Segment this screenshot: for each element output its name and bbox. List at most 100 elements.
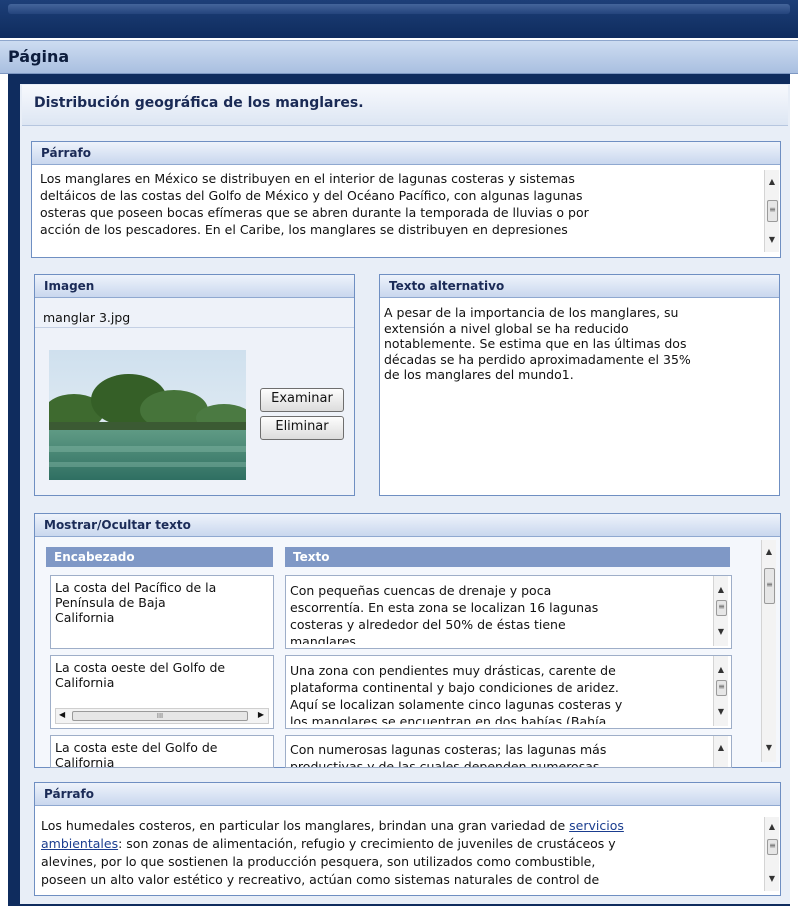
heading-text: La costa del Pacífico de la Península de…	[55, 580, 271, 625]
scroll-down-icon[interactable]: ▼	[762, 742, 776, 754]
paragraph-1-line: acción de los pescadores. En el Caribe, …	[40, 222, 568, 237]
paragraph-panel-1: Párrafo Los manglares en México se distr…	[31, 141, 781, 258]
alt-text-line: notablemente. Se estima que en las últim…	[384, 336, 687, 351]
scroll-thumb[interactable]: ≡	[716, 680, 727, 696]
paragraph-panel-2-title: Párrafo	[44, 787, 94, 801]
scroll-thumb[interactable]: III	[72, 711, 248, 721]
paragraph-2-scrollbar[interactable]: ▲ ≡ ▼	[764, 817, 779, 891]
image-panel: Imagen manglar 3.jpg Examinar Eliminar	[34, 274, 355, 496]
paragraph-2-line: alevines, por lo que sostienen la produc…	[41, 854, 596, 869]
table-row-heading[interactable]: La costa oeste del Golfo de California ◀…	[50, 655, 274, 729]
alt-text-line: décadas se ha perdido aproximadamente el…	[384, 351, 691, 367]
paragraph-1-line: Los manglares en México se distribuyen e…	[40, 171, 575, 186]
scroll-up-icon[interactable]: ▲	[714, 742, 728, 754]
heading-text: La costa oeste del Golfo de California	[55, 660, 271, 690]
row-text-line: plataforma continental y bajo condicione…	[290, 680, 619, 695]
section-title: Distribución geográfica de los manglares…	[34, 95, 364, 111]
table-row-text[interactable]: Una zona con pendientes muy drásticas, c…	[285, 655, 732, 729]
page-header: Página	[0, 40, 798, 74]
page-title: Página	[8, 47, 70, 66]
paragraph-panel-1-header: Párrafo	[32, 142, 780, 165]
row-text-line: escorrentía. En esta zona se localizan 1…	[290, 600, 599, 615]
table-row-heading[interactable]: La costa del Pacífico de la Península de…	[50, 575, 274, 649]
paragraph-2-text-segment: : son zonas de alimentación, refugio y c…	[118, 836, 616, 851]
section-title-bar: Distribución geográfica de los manglares…	[22, 85, 788, 126]
row-text-scrollbar[interactable]: ▲ ≡ ▼	[713, 656, 728, 726]
paragraph-2-line: Los humedales costeros, en particular lo…	[41, 817, 753, 835]
image-panel-header: Imagen	[35, 275, 354, 298]
scroll-left-icon[interactable]: ◀	[59, 710, 65, 719]
top-bar	[0, 0, 798, 38]
scroll-down-icon[interactable]: ▼	[714, 626, 728, 638]
scroll-up-icon[interactable]: ▲	[765, 821, 779, 833]
alt-text-panel: Texto alternativo A pesar de la importan…	[379, 274, 780, 496]
paragraph-2-text-segment: Los humedales costeros, en particular lo…	[41, 818, 570, 833]
row-text-scrollbar[interactable]: ▲	[713, 736, 728, 767]
image-divider	[35, 327, 354, 328]
paragraph-1-line: osteras que poseen bocas efímeras que se…	[40, 205, 589, 220]
scroll-up-icon[interactable]: ▲	[714, 584, 728, 596]
alt-text-line: A pesar de la importancia de los manglar…	[384, 305, 679, 320]
row-text-line: Una zona con pendientes muy drásticas, c…	[290, 663, 616, 678]
show-hide-panel-title: Mostrar/Ocultar texto	[44, 518, 191, 532]
heading-line: California	[55, 755, 115, 768]
scroll-thumb[interactable]: ≡	[764, 568, 775, 604]
heading-text: La costa este del Golfo de California	[55, 740, 271, 768]
scroll-thumb[interactable]: ≡	[716, 600, 727, 616]
scroll-right-icon[interactable]: ▶	[258, 710, 264, 719]
paragraph-2-line: poseen un alto valor estético y recreati…	[41, 872, 600, 887]
table-row-text[interactable]: Con pequeñas cuencas de drenaje y poca e…	[285, 575, 732, 649]
row-text: Con pequeñas cuencas de drenaje y poca e…	[290, 582, 704, 644]
row-text-scrollbar[interactable]: ▲ ≡ ▼	[713, 576, 728, 646]
scroll-up-icon[interactable]: ▲	[714, 664, 728, 676]
image-panel-title: Imagen	[44, 279, 95, 293]
paragraph-2-line: ambientales: son zonas de alimentación, …	[41, 835, 753, 853]
alt-text-panel-title: Texto alternativo	[389, 279, 505, 293]
ecosystem-services-link-cont[interactable]: ambientales	[41, 836, 118, 851]
show-hide-panel-header: Mostrar/Ocultar texto	[35, 514, 780, 537]
scroll-thumb[interactable]: ≡	[767, 200, 778, 222]
table-row-text[interactable]: Con numerosas lagunas costeras; las lagu…	[285, 735, 732, 768]
paragraph-panel-2-header: Párrafo	[35, 783, 780, 806]
scroll-up-icon[interactable]: ▲	[765, 176, 779, 188]
scroll-down-icon[interactable]: ▼	[714, 706, 728, 718]
paragraph-1-scrollbar[interactable]: ▲ ≡ ▼	[764, 170, 779, 252]
alt-text-field[interactable]: A pesar de la importancia de los manglar…	[384, 305, 774, 383]
table-row-heading[interactable]: La costa este del Golfo de California	[50, 735, 274, 768]
delete-button[interactable]: Eliminar	[260, 416, 344, 440]
row-text-line: costeras y alrededor del 50% de éstas ti…	[290, 617, 566, 632]
image-filename: manglar 3.jpg	[43, 310, 131, 325]
paragraph-panel-2: Párrafo Los humedales costeros, en parti…	[34, 782, 781, 896]
column-header-texto: Texto	[285, 547, 730, 567]
heading-line: La costa oeste del Golfo de	[55, 660, 226, 675]
top-bar-gloss	[8, 4, 790, 14]
show-hide-scrollbar[interactable]: ▲ ≡ ▼	[761, 540, 776, 762]
paragraph-panel-1-title: Párrafo	[41, 146, 91, 160]
column-header-encabezado: Encabezado	[46, 547, 273, 567]
row-text-line: Con pequeñas cuencas de drenaje y poca	[290, 583, 552, 598]
scroll-down-icon[interactable]: ▼	[765, 873, 779, 885]
mangrove-thumbnail	[49, 350, 246, 480]
heading-line: La costa este del Golfo de	[55, 740, 218, 755]
show-hide-panel: Mostrar/Ocultar texto Encabezado Texto L…	[34, 513, 781, 768]
scroll-up-icon[interactable]: ▲	[762, 546, 776, 558]
alt-text-line: extensión a nivel global se ha reducido	[384, 320, 629, 336]
row-text-line: manglares	[290, 634, 356, 644]
ecosystem-services-link[interactable]: servicios	[569, 818, 624, 833]
browse-button[interactable]: Examinar	[260, 388, 344, 412]
heading-line: California	[55, 675, 115, 690]
scroll-thumb[interactable]: ≡	[767, 839, 778, 855]
paragraph-1-line: deltáicos de las costas del Golfo de Méx…	[40, 188, 583, 203]
row-text-line: Aquí se localizan solamente cinco laguna…	[290, 697, 623, 712]
row-text-line: productivas y de las cuales dependen num…	[290, 759, 600, 768]
row-text: Con numerosas lagunas costeras; las lagu…	[290, 741, 704, 768]
paragraph-1-text[interactable]: Los manglares en México se distribuyen e…	[40, 170, 752, 254]
paragraph-2-text[interactable]: Los humedales costeros, en particular lo…	[41, 817, 753, 893]
scroll-down-icon[interactable]: ▼	[765, 234, 779, 246]
heading-line: La costa del Pacífico de la	[55, 580, 217, 595]
row-text: Una zona con pendientes muy drásticas, c…	[290, 662, 704, 724]
heading-horizontal-scrollbar[interactable]: ◀ III ▶	[55, 708, 269, 724]
row-text-line: Con numerosas lagunas costeras; las lagu…	[290, 742, 607, 757]
row-text-line: los manglares se encuentran en dos bahía…	[290, 714, 607, 724]
heading-line: California	[55, 610, 115, 625]
